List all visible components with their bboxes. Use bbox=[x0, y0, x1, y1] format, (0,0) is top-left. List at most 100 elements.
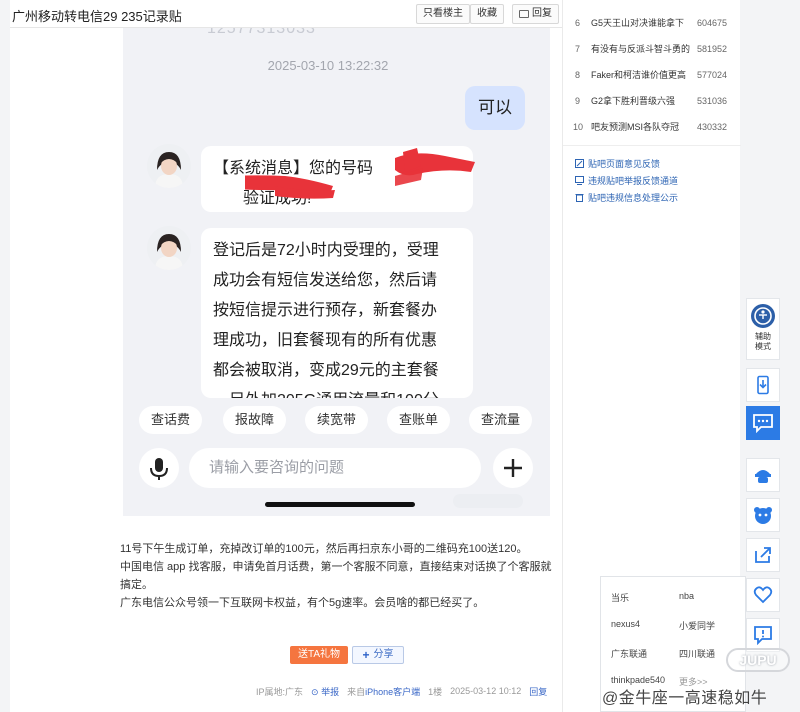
mascot-button[interactable] bbox=[746, 458, 780, 492]
reply-icon bbox=[519, 10, 529, 18]
hot-topic-count: 581952 bbox=[697, 44, 728, 54]
report-icon: ⊙ bbox=[311, 686, 319, 697]
reply-link[interactable]: 回复 bbox=[529, 685, 547, 698]
image-watermark bbox=[453, 494, 523, 508]
violation-notice-link[interactable]: 贴吧违规信息处理公示 bbox=[575, 190, 678, 204]
quick-action-report-fault[interactable]: 报故障 bbox=[223, 406, 287, 434]
tag-item[interactable]: nba bbox=[679, 591, 694, 601]
hot-topic-title: G5天王山对决谁能拿下 bbox=[591, 18, 685, 28]
author-watermark: @金牛座一高速稳如牛 bbox=[602, 690, 768, 707]
system-message-line-2: 验证成功! bbox=[243, 190, 312, 207]
info-line: ，另外加205G通用流量和100分 bbox=[213, 386, 461, 398]
share-icon bbox=[755, 547, 771, 563]
site-watermark-logo: JUPU bbox=[726, 648, 790, 672]
hot-topic-title: 吧友预测MSI各队夺冠 bbox=[591, 122, 680, 132]
hot-topic-item[interactable]: 10 吧友预测MSI各队夺冠 430332 bbox=[563, 118, 741, 136]
share-float-button[interactable] bbox=[746, 538, 780, 572]
bear-button[interactable] bbox=[746, 498, 780, 532]
heart-icon bbox=[753, 586, 773, 604]
tag-item[interactable]: 四川联通 bbox=[679, 647, 715, 660]
hot-topic-item[interactable]: 9 G2拿下胜利晋级六强 531036 bbox=[563, 92, 741, 110]
report-link[interactable]: ⊙ 举报 bbox=[311, 685, 339, 698]
thread-title: 广州移动转电信29 235记录贴 bbox=[12, 9, 182, 24]
post-paragraph: 中国电信 app 找客服，申请免首月话费，第一个客服不同意，直接结束对话换了个客… bbox=[120, 561, 552, 591]
info-line: 按短信提示进行预存，新套餐办 bbox=[213, 302, 438, 319]
info-line: 理成功，旧套餐现有的所有优惠 bbox=[213, 332, 438, 349]
user-message-bubble: 可以 bbox=[465, 86, 525, 130]
floor-number: 1楼 bbox=[428, 686, 443, 697]
quick-action-check-bill[interactable]: 查账单 bbox=[387, 406, 451, 434]
plus-icon[interactable] bbox=[493, 448, 533, 488]
monitor-icon bbox=[575, 175, 584, 185]
post-body: 11号下午生成订单，充掉改订单的100元，然后再扫京东小哥的二维码充100送12… bbox=[120, 540, 552, 612]
system-message-line-1: 【系统消息】您的号码 bbox=[213, 160, 374, 177]
trash-icon bbox=[575, 193, 584, 202]
edit-icon bbox=[575, 158, 584, 168]
tag-item[interactable]: 当乐 bbox=[611, 591, 629, 604]
source-prefix: 来自 bbox=[347, 686, 366, 697]
quick-action-check-data[interactable]: 查流量 bbox=[469, 406, 533, 434]
bear-face-icon bbox=[754, 507, 772, 524]
hot-topic-count: 531036 bbox=[697, 96, 728, 106]
hot-topic-count: 604675 bbox=[697, 18, 728, 28]
assist-mode-button[interactable]: 辅助模式 bbox=[746, 298, 780, 360]
post-meta: IP属地:广东 ⊙ 举报 来自iPhone客户端 1楼 2025-03-12 1… bbox=[256, 684, 547, 698]
quick-action-renew-broadband[interactable]: 续宽带 bbox=[305, 406, 369, 434]
system-message-bubble: 【系统消息】您的号码 验证成功! bbox=[201, 146, 475, 212]
hot-topic-title: 有没有与反派斗智斗勇的 bbox=[591, 44, 691, 54]
tag-item[interactable]: nexus4 bbox=[611, 619, 640, 629]
feedback-link-label: 贴吧页面意见反馈 bbox=[588, 158, 661, 169]
hot-topic-item[interactable]: 8 Faker和柯洁谁价值更高 577024 bbox=[563, 66, 741, 84]
info-line: 都会被取消，变成29元的主套餐 bbox=[213, 362, 439, 379]
hot-topic-count: 577024 bbox=[697, 70, 728, 80]
info-line: 成功会有短信发送给您，然后请 bbox=[213, 272, 438, 289]
report-float-button[interactable] bbox=[746, 618, 780, 652]
hot-topic-item[interactable]: 6 G5天王山对决谁能拿下 604675 bbox=[563, 14, 741, 32]
info-line: 登记后是72小时内受理的，受理 bbox=[213, 242, 439, 259]
reply-button[interactable]: 回复 bbox=[512, 4, 559, 24]
share-label: 分享 bbox=[373, 649, 394, 660]
chat-screenshot: 12577313033 2025-03-10 13:22:32 可以 【系统消息… bbox=[123, 0, 550, 516]
hot-topic-item[interactable]: 7 有没有与反派斗智斗勇的 581952 bbox=[563, 40, 741, 58]
hot-topic-rank: 9 bbox=[575, 96, 581, 106]
hot-topic-title: G2拿下胜利晋级六强 bbox=[591, 96, 676, 106]
send-gift-button[interactable]: 送TA礼物 bbox=[290, 646, 348, 664]
chat-input-row: 请输入要咨询的问题 bbox=[123, 446, 550, 490]
divider bbox=[563, 145, 741, 146]
share-button[interactable]: + 分享 bbox=[352, 646, 404, 664]
violation-notice-label: 贴吧违规信息处理公示 bbox=[588, 192, 679, 203]
favorite-button[interactable]: 收藏 bbox=[470, 4, 504, 24]
share-plus-icon: + bbox=[362, 648, 370, 662]
quick-action-row: 查话费 报故障 续宽带 查账单 查流量 bbox=[133, 404, 543, 434]
hot-topic-rank: 7 bbox=[575, 44, 581, 54]
tag-item[interactable]: 广东联通 bbox=[611, 647, 647, 660]
favorite-heart-button[interactable] bbox=[746, 578, 780, 612]
feedback-link[interactable]: 贴吧页面意见反馈 bbox=[575, 156, 660, 170]
hot-topic-count: 430332 bbox=[697, 122, 728, 132]
quick-action-check-balance[interactable]: 查话费 bbox=[139, 406, 203, 434]
thread-header: 广州移动转电信29 235记录贴 只看楼主 收藏 回复 bbox=[10, 0, 562, 28]
post-time: 2025-03-12 10:12 bbox=[450, 686, 522, 696]
phone-download-icon bbox=[757, 375, 769, 395]
accessibility-icon bbox=[751, 304, 775, 328]
report-label: 举报 bbox=[321, 686, 340, 697]
report-channel-link[interactable]: 违规贴吧举报反馈通道 bbox=[575, 173, 678, 187]
hot-topic-rank: 8 bbox=[575, 70, 581, 80]
post-paragraph: 11号下午生成订单，充掉改订单的100元，然后再扫京东小哥的二维码充100送12… bbox=[120, 543, 528, 555]
post-source: 来自iPhone客户端 bbox=[347, 685, 420, 698]
microphone-icon[interactable] bbox=[139, 448, 179, 488]
source-client-link[interactable]: iPhone客户端 bbox=[365, 687, 420, 697]
chat-input[interactable]: 请输入要咨询的问题 bbox=[189, 448, 481, 488]
hot-topic-title: Faker和柯洁谁价值更高 bbox=[591, 70, 687, 80]
hot-topic-rank: 10 bbox=[573, 122, 584, 132]
tag-item[interactable]: 小爱同学 bbox=[679, 619, 715, 632]
report-channel-label: 违规贴吧举报反馈通道 bbox=[588, 175, 679, 186]
mascot-hat-icon bbox=[755, 470, 771, 483]
agent-avatar bbox=[147, 226, 191, 270]
comment-icon bbox=[753, 414, 773, 433]
mobile-app-button[interactable] bbox=[746, 368, 780, 402]
only-op-button[interactable]: 只看楼主 bbox=[416, 4, 470, 24]
hot-topic-rank: 6 bbox=[575, 18, 581, 28]
comment-float-button[interactable] bbox=[746, 406, 780, 440]
post-column: 12577313033 2025-03-10 13:22:32 可以 【系统消息… bbox=[10, 0, 562, 712]
